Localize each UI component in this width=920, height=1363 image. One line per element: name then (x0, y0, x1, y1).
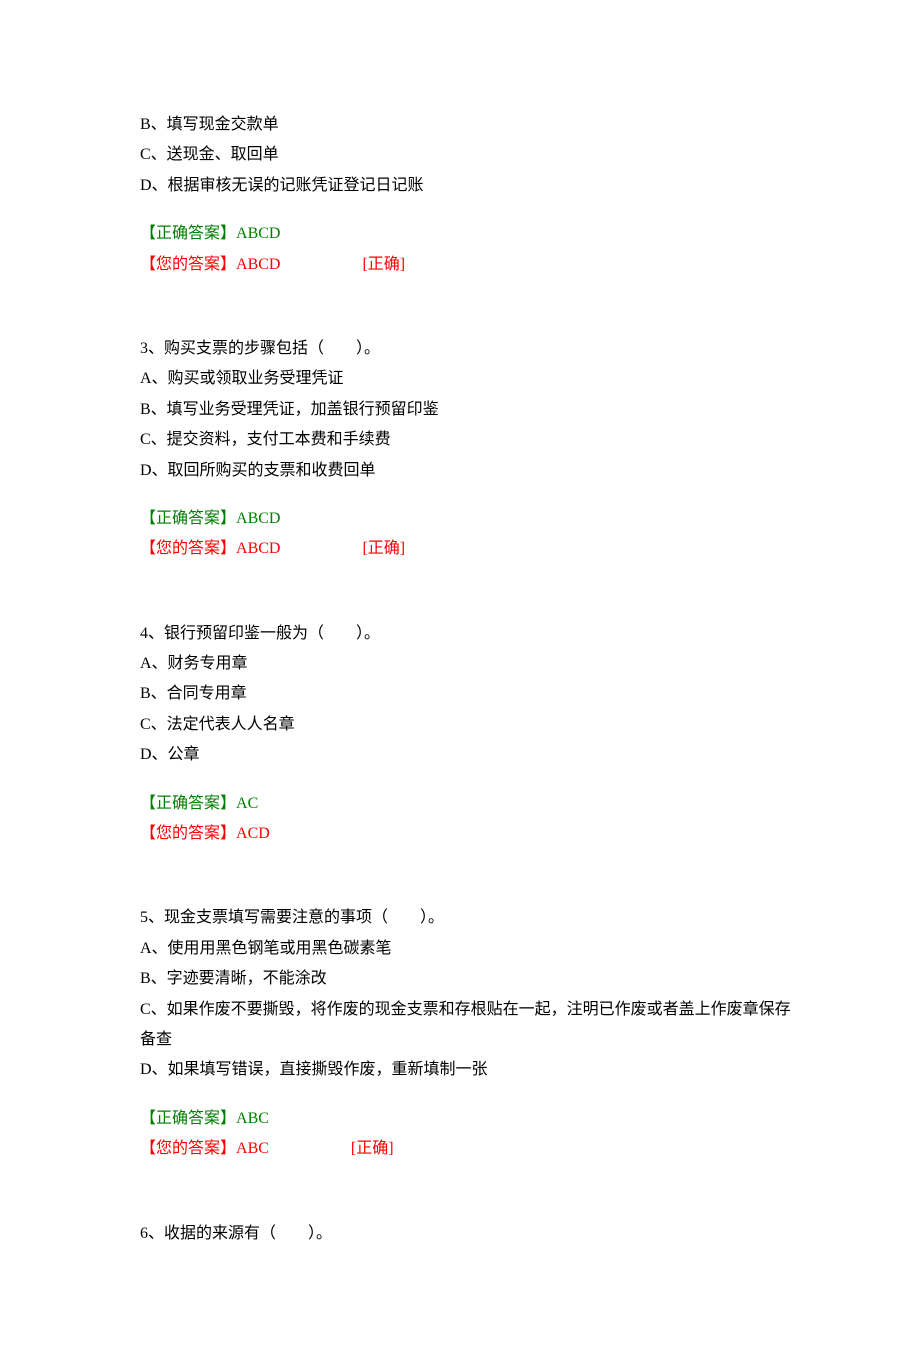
correct-answer-value: ABCD (236, 510, 280, 527)
your-answer-label: 【您的答案】 (140, 256, 236, 273)
your-answer-line: 【您的答案】ABC [正确] (140, 1134, 800, 1164)
option-c: C、送现金、取回单 (140, 140, 800, 170)
correct-answer-line: 【正确答案】ABC (140, 1104, 800, 1134)
your-answer-label: 【您的答案】 (140, 825, 236, 842)
option-a: A、财务专用章 (140, 649, 800, 679)
correct-answer-label: 【正确答案】 (140, 1110, 236, 1127)
answer-section: 【正确答案】ABCD 【您的答案】ABCD [正确] (140, 219, 800, 280)
option-b: B、填写现金交款单 (140, 110, 800, 140)
your-answer-label: 【您的答案】 (140, 540, 236, 557)
question-2-partial: B、填写现金交款单 C、送现金、取回单 D、根据审核无误的记账凭证登记日记账 【… (140, 110, 800, 280)
option-c: C、法定代表人人名章 (140, 710, 800, 740)
correct-answer-value: AC (236, 795, 258, 812)
status-correct: [正确] (362, 540, 405, 557)
answer-section: 【正确答案】ABC 【您的答案】ABC [正确] (140, 1104, 800, 1165)
question-stem: 3、购买支票的步骤包括（ ）。 (140, 334, 800, 364)
option-c: C、如果作废不要撕毁，将作废的现金支票和存根贴在一起，注明已作废或者盖上作废章保… (140, 995, 800, 1056)
answer-section: 【正确答案】ABCD 【您的答案】ABCD [正确] (140, 504, 800, 565)
correct-answer-label: 【正确答案】 (140, 510, 236, 527)
option-a: A、购买或领取业务受理凭证 (140, 364, 800, 394)
answer-section: 【正确答案】AC 【您的答案】ACD (140, 789, 800, 850)
correct-answer-line: 【正确答案】ABCD (140, 504, 800, 534)
your-answer-value: ABCD (236, 256, 280, 273)
status-correct: [正确] (362, 256, 405, 273)
option-d: D、如果填写错误，直接撕毁作废，重新填制一张 (140, 1055, 800, 1085)
correct-answer-line: 【正确答案】AC (140, 789, 800, 819)
option-d: D、公章 (140, 740, 800, 770)
question-5: 5、现金支票填写需要注意的事项（ ）。 A、使用用黑色钢笔或用黑色碳素笔 B、字… (140, 903, 800, 1164)
your-answer-label: 【您的答案】 (140, 1140, 236, 1157)
correct-answer-line: 【正确答案】ABCD (140, 219, 800, 249)
correct-answer-value: ABCD (236, 225, 280, 242)
your-answer-line: 【您的答案】ACD (140, 819, 800, 849)
correct-answer-label: 【正确答案】 (140, 795, 236, 812)
correct-answer-label: 【正确答案】 (140, 225, 236, 242)
your-answer-line: 【您的答案】ABCD [正确] (140, 534, 800, 564)
question-stem: 6、收据的来源有（ ）。 (140, 1219, 800, 1249)
option-b: B、填写业务受理凭证，加盖银行预留印鉴 (140, 395, 800, 425)
option-c: C、提交资料，支付工本费和手续费 (140, 425, 800, 455)
question-stem: 4、银行预留印鉴一般为（ ）。 (140, 619, 800, 649)
your-answer-value: ACD (236, 825, 270, 842)
option-a: A、使用用黑色钢笔或用黑色碳素笔 (140, 934, 800, 964)
option-d: D、取回所购买的支票和收费回单 (140, 456, 800, 486)
option-b: B、字迹要清晰，不能涂改 (140, 964, 800, 994)
question-3: 3、购买支票的步骤包括（ ）。 A、购买或领取业务受理凭证 B、填写业务受理凭证… (140, 334, 800, 565)
your-answer-value: ABCD (236, 540, 280, 557)
your-answer-value: ABC (236, 1140, 269, 1157)
correct-answer-value: ABC (236, 1110, 269, 1127)
your-answer-line: 【您的答案】ABCD [正确] (140, 250, 800, 280)
question-4: 4、银行预留印鉴一般为（ ）。 A、财务专用章 B、合同专用章 C、法定代表人人… (140, 619, 800, 850)
question-stem: 5、现金支票填写需要注意的事项（ ）。 (140, 903, 800, 933)
status-correct: [正确] (351, 1140, 394, 1157)
option-b: B、合同专用章 (140, 679, 800, 709)
option-d: D、根据审核无误的记账凭证登记日记账 (140, 171, 800, 201)
question-6-partial: 6、收据的来源有（ ）。 (140, 1219, 800, 1249)
